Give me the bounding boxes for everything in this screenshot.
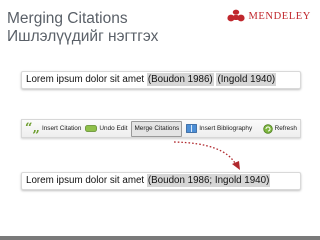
mendeley-logo-icon: [227, 9, 246, 22]
body-text: Lorem ipsum dolor sit amet: [26, 74, 147, 85]
undo-edit-label: Undo Edit: [99, 125, 128, 132]
mendeley-toolbar: “„ Insert Citation Undo Edit Merge Citat…: [21, 119, 301, 138]
mendeley-logo: MENDELEY: [227, 9, 311, 23]
book-icon: [186, 124, 198, 133]
undo-edit-button[interactable]: Undo Edit: [85, 122, 127, 136]
merge-citations-button[interactable]: Merge Citations: [131, 120, 183, 137]
merge-citations-label: Merge Citations: [134, 125, 180, 132]
slide: Merging Citations Ишлэлүүдийг нэгтгэх ME…: [0, 0, 320, 240]
document-text-after[interactable]: Lorem ipsum dolor sit amet (Boudon 1986;…: [21, 172, 301, 190]
document-text-before[interactable]: Lorem ipsum dolor sit amet (Boudon 1986)…: [21, 71, 301, 89]
merged-citation-field[interactable]: (Boudon 1986; Ingold 1940): [146, 174, 271, 187]
citation-field-1[interactable]: (Boudon 1986): [146, 73, 214, 86]
insert-bibliography-button[interactable]: Insert Bibliography: [186, 122, 252, 136]
quote-icon: “„: [25, 120, 40, 136]
title-english: Merging Citations: [7, 10, 128, 27]
refresh-label: Refresh: [274, 125, 297, 132]
page-title: Merging Citations Ишлэлүүдийг нэгтгэх: [7, 10, 158, 46]
insert-citation-label: Insert Citation: [41, 125, 82, 132]
citation-field-2[interactable]: (Ingold 1940): [216, 73, 277, 86]
refresh-icon: [262, 123, 273, 134]
logo-text: MENDELEY: [248, 10, 311, 22]
refresh-button[interactable]: Refresh: [262, 122, 297, 136]
title-mongolian: Ишлэлүүдийг нэгтгэх: [7, 28, 159, 45]
body-text: Lorem ipsum dolor sit amet: [26, 175, 147, 186]
slide-footer-bar: [0, 236, 320, 240]
insert-citation-button[interactable]: “„ Insert Citation: [25, 122, 81, 136]
dotted-arrow: [173, 141, 240, 170]
insert-bibliography-label: Insert Bibliography: [199, 125, 253, 132]
undo-edit-icon: [85, 125, 98, 132]
